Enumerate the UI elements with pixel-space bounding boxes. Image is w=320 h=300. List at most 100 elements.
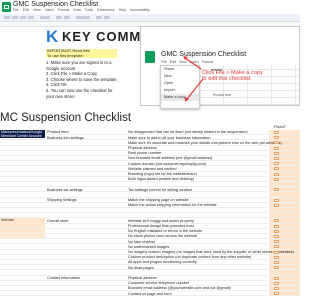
requirement-cell[interactable]: Custom domain (not customer.myshopify.co… bbox=[128, 162, 206, 166]
fixed-checkbox[interactable] bbox=[274, 229, 279, 233]
instruction-step: 5. You can now use the checklist for you… bbox=[46, 87, 113, 99]
fixed-checkbox[interactable] bbox=[274, 146, 279, 150]
fixed-checkbox[interactable] bbox=[274, 198, 279, 202]
requirement-cell[interactable]: No fake reviews bbox=[128, 240, 155, 244]
requirement-cell[interactable]: Match the shipping page on website bbox=[128, 198, 189, 202]
checklist-grid: Misrepresentation/Google Merchant Center… bbox=[0, 130, 300, 300]
fixed-checkbox[interactable] bbox=[274, 276, 279, 280]
title-bar: GMC Suspension Checklist File Edit View Ins… bbox=[0, 0, 300, 14]
document-title[interactable]: GMC Suspension Checklist bbox=[13, 1, 98, 8]
menu-view[interactable]: View bbox=[33, 8, 41, 12]
menu-insert[interactable]: Insert bbox=[45, 8, 54, 12]
requirement-cell[interactable]: Make sure to add in all your business in… bbox=[128, 136, 211, 140]
menu-tools[interactable]: Tools bbox=[85, 8, 93, 12]
fixed-checkbox[interactable] bbox=[274, 157, 279, 160]
italic-icon[interactable] bbox=[104, 16, 110, 19]
font-select[interactable] bbox=[76, 16, 90, 19]
requirement-cell[interactable]: All apps and plugins functioning correct… bbox=[128, 260, 197, 264]
menu-format[interactable]: Format bbox=[58, 8, 69, 12]
arrow-to-make-copy bbox=[186, 78, 204, 100]
subcategory-cell[interactable]: Overall store bbox=[47, 219, 69, 223]
menu-data[interactable]: Data bbox=[73, 8, 81, 12]
requirement-cell[interactable]: Non-branded email address (not @gmail ad… bbox=[128, 156, 212, 160]
callout-arrows bbox=[183, 56, 204, 102]
redo-icon[interactable] bbox=[12, 16, 18, 19]
fixed-checkbox[interactable] bbox=[274, 136, 279, 140]
requirement-cell[interactable]: No disapproved that can be fixed (not st… bbox=[128, 130, 248, 134]
important-line-2: To use this template: bbox=[47, 52, 84, 58]
key-commerce-logo: K KEY COMMERCE bbox=[46, 26, 180, 48]
requirement-cell[interactable]: Real phone number bbox=[128, 151, 161, 155]
requirement-cell[interactable]: Both logos added (mobile and desktop) bbox=[128, 177, 194, 181]
subcategory-cell[interactable]: Shipping Settings bbox=[47, 198, 77, 202]
fixed-checkbox[interactable] bbox=[274, 292, 279, 296]
instruction-step: 1. Make sure you are signed in to a Goog… bbox=[46, 60, 112, 71]
requirement-cell[interactable]: Website isn't buggy and works properly bbox=[128, 219, 194, 223]
requirement-cell[interactable]: Branding (logo) set for the website/bran… bbox=[128, 172, 197, 176]
subcategory-cell[interactable]: Business info settings bbox=[47, 136, 84, 140]
fixed-checkbox[interactable] bbox=[274, 188, 279, 192]
zoom-select[interactable] bbox=[40, 16, 50, 19]
fixed-checkbox[interactable] bbox=[274, 261, 279, 264]
menu-accessibility[interactable]: Accessibility bbox=[130, 8, 150, 12]
toolbar bbox=[0, 14, 300, 22]
instruction-steps: 1. Make sure you are signed in to a Goog… bbox=[46, 60, 118, 99]
requirement-cell[interactable]: Custom product description (no duplicate… bbox=[128, 255, 251, 259]
fixed-checkbox[interactable] bbox=[274, 240, 279, 244]
paint-format-icon[interactable] bbox=[28, 16, 34, 19]
fixed-checkbox[interactable] bbox=[274, 131, 279, 134]
undo-icon[interactable] bbox=[4, 16, 10, 19]
fixed-checkbox[interactable] bbox=[274, 141, 279, 145]
requirement-cell[interactable]: Branded email address (@yourwebsite.com … bbox=[128, 286, 231, 290]
fixed-checkbox[interactable] bbox=[274, 235, 279, 238]
requirement-cell[interactable]: Physical address bbox=[128, 276, 157, 280]
important-note: IMPORTANT! Read this! To use this templa… bbox=[46, 48, 117, 58]
logo-mark: K bbox=[46, 27, 59, 46]
print-icon[interactable] bbox=[20, 16, 26, 19]
sheets-logo-icon[interactable] bbox=[2, 2, 11, 12]
fixed-checkbox[interactable] bbox=[274, 255, 279, 259]
arrow-to-file-menu bbox=[184, 57, 202, 70]
menu-extensions[interactable]: Extensions bbox=[97, 8, 115, 12]
requirement-cell[interactable]: No imagery custom imagery (no images tha… bbox=[128, 250, 294, 254]
requirement-cell[interactable]: No watermarked images bbox=[128, 245, 169, 249]
requirement-cell[interactable]: No English mistakes or errors in the web… bbox=[128, 229, 202, 233]
fixed-checkbox[interactable] bbox=[274, 219, 279, 223]
requirement-cell[interactable]: Make sure it's accurate and matches your… bbox=[128, 141, 282, 145]
menu-help[interactable]: Help bbox=[119, 8, 126, 12]
requirement-cell[interactable]: Tax settings correct for selling locatio… bbox=[128, 188, 192, 192]
fixed-checkbox[interactable] bbox=[274, 287, 279, 290]
fixed-checkbox[interactable] bbox=[274, 266, 279, 270]
requirement-cell[interactable]: Contact us page and form bbox=[128, 292, 172, 296]
requirement-cell[interactable]: Professional design that promotes trust bbox=[128, 224, 194, 228]
fixed-checkbox[interactable] bbox=[274, 250, 279, 254]
screenshot-root: GMC Suspension Checklist File Edit View Ins… bbox=[0, 0, 300, 300]
fixed-checkbox[interactable] bbox=[274, 172, 279, 176]
fixed-checkbox[interactable] bbox=[274, 151, 279, 155]
fixed-checkbox[interactable] bbox=[274, 245, 279, 249]
requirement-cell[interactable]: Website claimed and verified bbox=[128, 167, 176, 171]
fixed-checkbox[interactable] bbox=[274, 167, 279, 171]
requirement-cell[interactable]: No stock photos used across the website bbox=[128, 234, 197, 238]
fixed-column-header: Fixed? bbox=[274, 124, 287, 129]
subcategory-cell[interactable]: Contact information bbox=[47, 276, 80, 280]
bold-icon[interactable] bbox=[96, 16, 102, 19]
fixed-checkbox[interactable] bbox=[274, 162, 279, 166]
subcategory-cell[interactable]: Product feed bbox=[47, 130, 69, 134]
sheet-title: MC Suspension Checklist bbox=[0, 112, 132, 124]
currency-icon[interactable] bbox=[56, 16, 62, 19]
menu-file[interactable]: File bbox=[13, 8, 19, 12]
fixed-checkbox[interactable] bbox=[274, 203, 279, 207]
requirement-cell[interactable]: Physical address bbox=[128, 146, 157, 150]
percent-icon[interactable] bbox=[64, 16, 70, 19]
menu-edit[interactable]: Edit bbox=[23, 8, 29, 12]
menu-bar: File Edit View Insert Format Data Tools Extensi… bbox=[13, 8, 154, 12]
subcategory-cell[interactable]: Business tax settings bbox=[47, 188, 83, 192]
requirement-cell[interactable]: No dead pages bbox=[128, 266, 154, 270]
fixed-checkbox[interactable] bbox=[274, 177, 279, 181]
fixed-checkbox[interactable] bbox=[274, 224, 279, 228]
requirement-cell[interactable]: Customer service telephone number bbox=[128, 281, 189, 285]
fixed-checkbox[interactable] bbox=[274, 281, 279, 285]
requirement-cell[interactable]: Match the actual shipping information fo… bbox=[128, 203, 217, 207]
inset-screenshot: GMC Suspension Checklist File Edit View Ins… bbox=[140, 26, 300, 109]
